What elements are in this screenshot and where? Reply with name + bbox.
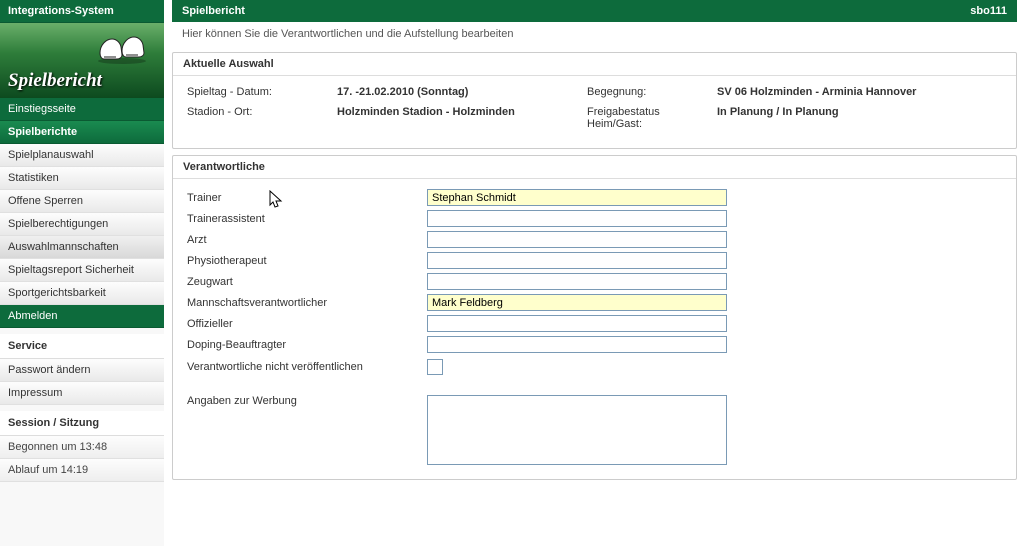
freigabe-value: In Planung / In Planung <box>717 106 839 130</box>
field-label-1: Trainerassistent <box>187 213 427 225</box>
banner-text: Spielbericht <box>8 70 102 92</box>
nav-item-2[interactable]: Spielplanauswahl <box>0 144 164 167</box>
field-label-6: Offizieller <box>187 318 427 330</box>
responsible-title: Verantwortliche <box>173 156 1016 179</box>
topbar: Spielbericht sbo111 <box>172 0 1017 22</box>
nav-item-4[interactable]: Offene Sperren <box>0 190 164 213</box>
nav-item-1[interactable]: Spielberichte <box>0 121 164 144</box>
page-title: Spielbericht <box>182 5 245 17</box>
shoes-icon <box>94 29 150 68</box>
service-item-0[interactable]: Passwort ändern <box>0 359 164 382</box>
field-input-6[interactable] <box>427 315 727 332</box>
werbung-label: Angaben zur Werbung <box>187 395 427 407</box>
stadion-value: Holzminden Stadion - Holzminden <box>337 106 515 118</box>
nav-item-8[interactable]: Sportgerichtsbarkeit <box>0 282 164 305</box>
field-label-3: Physiotherapeut <box>187 255 427 267</box>
field-label-5: Mannschaftsverantwortlicher <box>187 297 427 309</box>
field-label-4: Zeugwart <box>187 276 427 288</box>
field-input-2[interactable] <box>427 231 727 248</box>
field-label-7: Doping-Beauftragter <box>187 339 427 351</box>
field-input-7[interactable] <box>427 336 727 353</box>
field-input-0[interactable] <box>427 189 727 206</box>
begegnung-label: Begegnung: <box>587 86 717 98</box>
nav-item-5[interactable]: Spielberechtigungen <box>0 213 164 236</box>
sidebar: Integrations-System Spielbericht Einstie… <box>0 0 164 546</box>
page-code: sbo111 <box>970 5 1007 17</box>
field-input-5[interactable] <box>427 294 727 311</box>
sidebar-banner: Spielbericht <box>0 23 164 98</box>
nav: EinstiegsseiteSpielberichteSpielplanausw… <box>0 98 164 328</box>
field-input-1[interactable] <box>427 210 727 227</box>
publish-checkbox[interactable] <box>427 359 443 375</box>
spieltag-value: 17. -21.02.2010 (Sonntag) <box>337 86 468 98</box>
field-input-4[interactable] <box>427 273 727 290</box>
session-line-1: Ablauf um 14:19 <box>0 459 164 482</box>
session-list: Begonnen um 13:48Ablauf um 14:19 <box>0 436 164 482</box>
nav-item-9[interactable]: Abmelden <box>0 305 164 328</box>
nav-item-7[interactable]: Spieltagsreport Sicherheit <box>0 259 164 282</box>
responsible-panel: Verantwortliche Trainer Trainerassistent A… <box>172 155 1017 480</box>
service-header: Service <box>0 334 164 359</box>
page-subtitle: Hier können Sie die Verantwortlichen und… <box>172 22 1017 46</box>
main: Spielbericht sbo111 Hier können Sie die … <box>164 0 1023 546</box>
service-list: Passwort ändernImpressum <box>0 359 164 405</box>
nav-item-6[interactable]: Auswahlmannschaften <box>0 236 164 259</box>
werbung-textarea[interactable] <box>427 395 727 465</box>
freigabe-label: Freigabestatus Heim/Gast: <box>587 106 717 130</box>
current-selection-title: Aktuelle Auswahl <box>173 53 1016 76</box>
stadion-label: Stadion - Ort: <box>187 106 337 118</box>
nav-item-0[interactable]: Einstiegsseite <box>0 98 164 121</box>
current-selection-panel: Aktuelle Auswahl Spieltag - Datum: 17. -… <box>172 52 1017 149</box>
field-input-3[interactable] <box>427 252 727 269</box>
field-label-2: Arzt <box>187 234 427 246</box>
publish-label: Verantwortliche nicht veröffentlichen <box>187 361 427 373</box>
nav-item-3[interactable]: Statistiken <box>0 167 164 190</box>
spieltag-label: Spieltag - Datum: <box>187 86 337 98</box>
service-item-1[interactable]: Impressum <box>0 382 164 405</box>
field-label-0: Trainer <box>187 192 427 204</box>
session-header: Session / Sitzung <box>0 411 164 436</box>
begegnung-value: SV 06 Holzminden - Arminia Hannover <box>717 86 916 98</box>
sidebar-title: Integrations-System <box>0 0 164 23</box>
session-line-0: Begonnen um 13:48 <box>0 436 164 459</box>
